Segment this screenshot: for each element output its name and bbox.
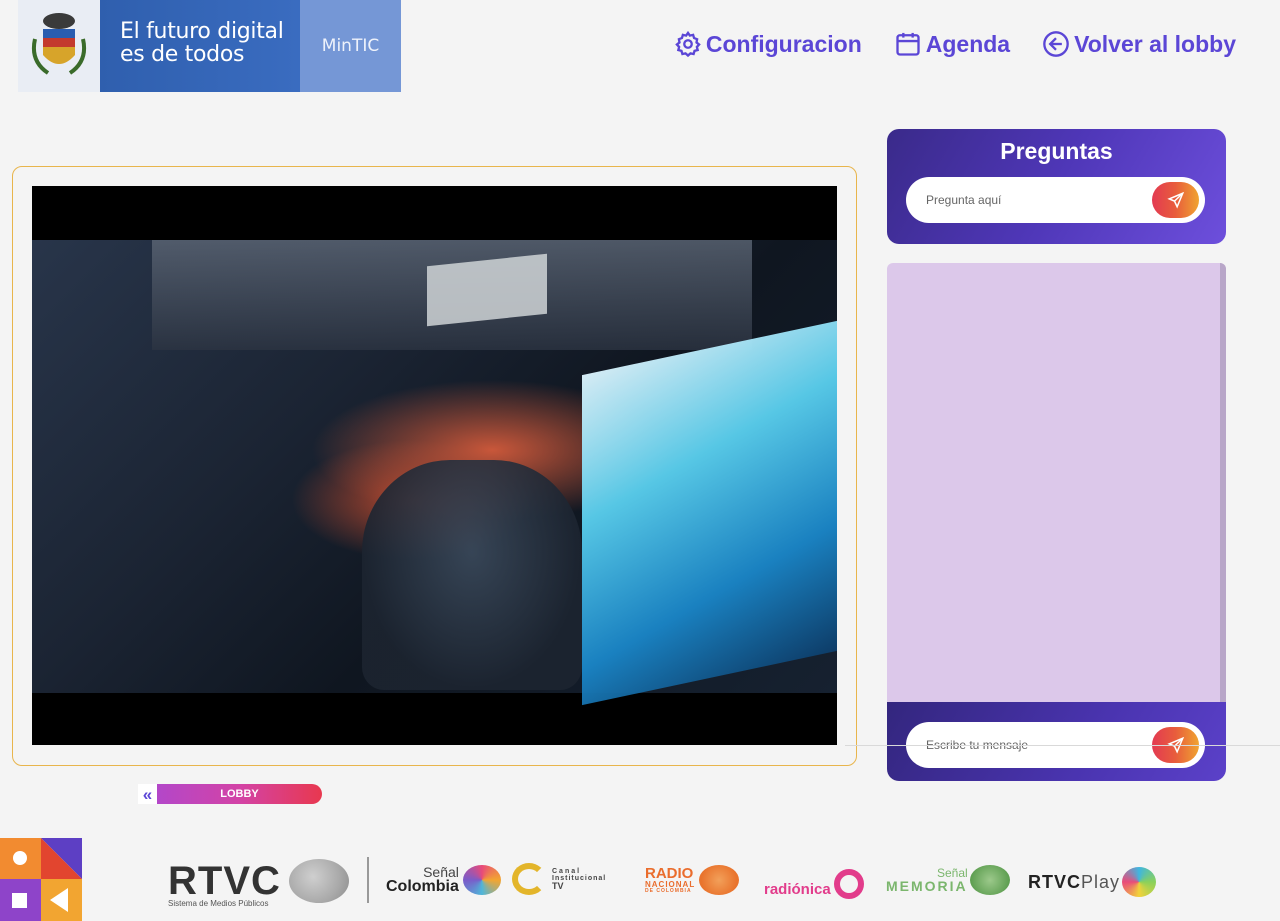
send-icon: [1166, 191, 1184, 209]
nav-agenda[interactable]: Agenda: [894, 30, 1010, 58]
coat-of-arms-logo: [18, 0, 100, 92]
video-player[interactable]: [32, 186, 837, 745]
canal-institucional-logo: Canal Institucional TV: [512, 863, 606, 895]
radio-nacional-logo: RADIO NACIONAL DE COLOMBIA: [645, 865, 740, 895]
canal-inst-line1: Canal: [552, 867, 582, 875]
rtvc-play-word1: RTVC: [1028, 872, 1081, 892]
brand-banner: El futuro digital es de todos MinTIC: [18, 0, 401, 92]
rtvc-logo-word: RTVC: [168, 859, 281, 903]
calendar-icon: [896, 32, 920, 56]
radionica-logo: radiónica: [764, 861, 864, 899]
nav-settings[interactable]: Configuracion: [674, 30, 862, 58]
brand-line-2: es de todos: [120, 42, 245, 67]
questions-panel: Preguntas: [887, 129, 1226, 244]
brand-line-1: El futuro digital: [120, 19, 284, 44]
brand-tagline: El futuro digital es de todos: [100, 0, 300, 92]
lobby-button[interactable]: « LOBBY: [138, 784, 322, 804]
nav-settings-label: Configuracion: [705, 30, 862, 57]
radio-nacional-line1: RADIO: [645, 865, 694, 882]
corner-logo-icon: [0, 838, 82, 921]
chevron-double-left-icon: «: [138, 784, 157, 804]
canal-inst-line3: TV: [552, 880, 564, 891]
senal-colombia-line1: Señal: [423, 864, 459, 880]
rtvc-swirl-icon: [288, 859, 349, 903]
senal-colombia-logo: Señal Colombia: [386, 865, 501, 895]
rtvc-logo-subtitle: Sistema de Medios Públicos: [168, 899, 269, 908]
video-scene-screen: [582, 320, 837, 706]
rtvc-play-swirl-icon: [1122, 867, 1157, 897]
chat-panel: [887, 263, 1226, 781]
video-frame: [32, 240, 837, 706]
footer-logos: RTVC Sistema de Medios Públicos Señal Co…: [168, 855, 1180, 908]
divider-line: [845, 745, 1280, 746]
coat-of-arms-icon: [31, 13, 87, 75]
radio-nacional-line3: DE COLOMBIA: [645, 888, 692, 894]
send-question-button[interactable]: [1152, 182, 1199, 218]
senal-colombia-line2: Colombia: [386, 878, 459, 895]
question-input-wrap: [906, 177, 1205, 223]
nav-back-to-lobby[interactable]: Volver al lobby: [1042, 30, 1236, 58]
senal-colombia-swirl-icon: [462, 865, 501, 895]
video-scene-people: [362, 460, 582, 690]
logo-divider: [367, 857, 369, 903]
video-scene-projection: [427, 253, 547, 327]
top-nav: Configuracion Agenda Volver al lobby: [674, 30, 1236, 58]
senal-memoria-swirl-icon: [969, 865, 1010, 895]
radionica-word: radiónica: [764, 880, 831, 898]
lobby-button-label: LOBBY: [157, 784, 322, 804]
rtvc-logo: RTVC Sistema de Medios Públicos: [168, 859, 349, 908]
radio-nacional-swirl-icon: [699, 865, 740, 895]
questions-title: Preguntas: [1000, 138, 1113, 164]
ministry-logo: MinTIC: [300, 0, 401, 92]
gear-icon: [675, 30, 701, 58]
video-card: [12, 166, 857, 766]
arrow-left-circle-icon: [1043, 31, 1069, 57]
radionica-ring-icon: [833, 869, 864, 899]
question-input[interactable]: [926, 177, 1146, 223]
rtvc-play-logo: RTVC Play: [1028, 867, 1157, 897]
senal-memoria-line2: MEMORIA: [886, 878, 968, 894]
chat-footer: [887, 702, 1226, 781]
rtvc-play-word2: Play: [1081, 872, 1121, 892]
canal-institucional-ring-icon: [512, 863, 546, 895]
senal-memoria-logo: Señal MEMORIA: [886, 865, 1010, 895]
chat-scrollbar[interactable]: [1220, 263, 1226, 703]
nav-lobby-label: Volver al lobby: [1074, 30, 1236, 57]
chat-messages[interactable]: [887, 263, 1226, 703]
nav-agenda-label: Agenda: [925, 30, 1011, 57]
